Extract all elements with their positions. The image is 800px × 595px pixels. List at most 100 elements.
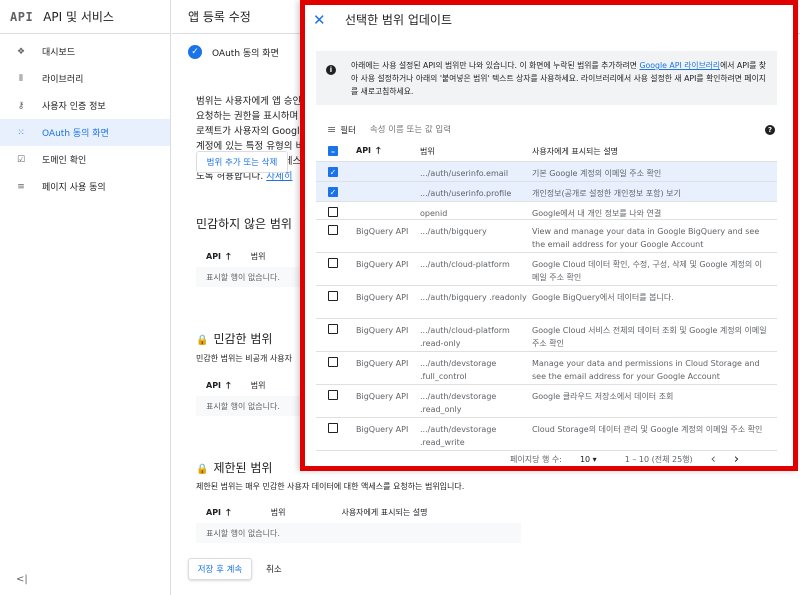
cell-api (356, 162, 420, 181)
sidebar-item[interactable]: ⚷ 사용자 인증 정보 (0, 92, 170, 119)
table-row[interactable]: ✓ .../auth/userinfo.profile 개인정보(공개로 설정한 개… (316, 182, 777, 202)
nonsensitive-scopes-title: 민감하지 않은 범위 (196, 217, 292, 231)
row-checkbox[interactable] (328, 357, 338, 367)
column-header-api[interactable]: API 🡑 (356, 144, 420, 158)
cell-scope: .../auth/bigquery (420, 227, 487, 236)
table-body: ✓ .../auth/userinfo.email 기본 Google 계정의 이메… (316, 162, 777, 451)
cell-description: 개인정보(공개로 설정한 개인정보 포함) 보기 (532, 189, 681, 198)
sidebar-item-label: 라이브러리 (42, 75, 84, 85)
sensitive-scopes-title: 🔒 민감한 범위 (196, 332, 273, 346)
sidebar-item[interactable]: ⦀ 라이브러리 (0, 65, 170, 92)
cell-scope: .../auth/cloud-platform (420, 260, 510, 269)
cell-api (356, 202, 420, 219)
sensitive-table-header: API 🡑 범위 (196, 375, 300, 397)
restricted-table-header: API 🡑 범위 사용자에게 표시되는 설명 (196, 502, 521, 524)
consent-screen-icon: ⁙ (17, 127, 25, 138)
sidebar-item[interactable]: ≡ 페이지 사용 동의 (0, 173, 170, 200)
cell-scope: .../auth/devstorage .read_only (420, 392, 497, 414)
cell-api: BigQuery API (356, 326, 409, 335)
table-row[interactable]: BigQuery API .../auth/cloud-platform Googl… (316, 253, 777, 286)
sort-arrow-icon[interactable]: 🡑 (226, 249, 231, 265)
cell-scope: .../auth/userinfo.email (420, 169, 509, 178)
column-header-scope: 범위 (420, 146, 435, 156)
cell-description: Google에서 내 개인 정보를 나와 연결 (532, 209, 662, 218)
cancel-button[interactable]: 취소 (266, 563, 282, 575)
row-checkbox[interactable] (328, 291, 338, 301)
filter-icon[interactable]: ≡ (327, 123, 336, 136)
sidebar-item[interactable]: ☑ 도메인 확인 (0, 146, 170, 173)
library-icon: ⦀ (19, 73, 23, 84)
cell-api: BigQuery API (356, 260, 409, 269)
panel-title: 선택한 범위 업데이트 (345, 13, 452, 27)
cell-api: BigQuery API (356, 392, 409, 401)
filter-bar: ≡ 필터 ? (327, 123, 775, 136)
cell-description: Google Cloud 서비스 전체의 데이터 조회 및 Google 계정의… (532, 326, 767, 348)
table-row[interactable]: openid Google에서 내 개인 정보를 나와 연결 (316, 202, 777, 220)
cell-scope: .../auth/devstorage .read_write (420, 425, 497, 447)
cell-api: BigQuery API (356, 293, 409, 302)
cell-api: BigQuery API (356, 227, 409, 236)
page-range: 1 – 10 (전체 25행) (624, 455, 693, 464)
sensitive-scopes-desc: 민감한 범위는 비공개 사용자 (196, 354, 292, 363)
cell-description: View and manage your data in Google BigQ… (532, 227, 760, 249)
add-remove-scopes-button[interactable]: 범위 추가 또는 삭제 (196, 151, 288, 173)
select-all-checkbox[interactable]: – (328, 146, 338, 156)
google-api-library-link[interactable]: Google API 라이브러리 (639, 61, 720, 70)
row-checkbox[interactable]: ✓ (328, 167, 338, 177)
table-row[interactable]: BigQuery API .../auth/cloud-platform .rea… (316, 319, 777, 352)
row-checkbox[interactable] (328, 390, 338, 400)
sort-arrow-icon[interactable]: 🡑 (226, 378, 231, 394)
filter-input[interactable] (369, 124, 570, 135)
restricted-scopes-desc: 제한된 범위는 매우 민감한 사용자 데이터에 대한 액세스를 요청하는 범위입… (196, 482, 465, 491)
sidebar-item-label: OAuth 동의 화면 (42, 129, 109, 139)
cell-api: BigQuery API (356, 359, 409, 368)
info-icon: i (326, 65, 336, 75)
sidebar-item[interactable]: ❖ 대시보드 (0, 38, 170, 65)
rows-per-page-select[interactable]: 10 ▾ (580, 455, 597, 464)
dashboard-icon: ❖ (16, 46, 26, 57)
row-checkbox[interactable] (328, 423, 338, 433)
row-checkbox[interactable] (328, 258, 338, 268)
cell-description: Google BigQuery에서 데이터를 봅니다. (532, 293, 674, 302)
cell-api: BigQuery API (356, 425, 409, 434)
table-row[interactable]: BigQuery API .../auth/devstorage .full_co… (316, 352, 777, 385)
cell-scope: .../auth/bigquery .readonly (420, 293, 527, 302)
panel-header: ✕ 선택한 범위 업데이트 (305, 5, 793, 34)
table-row[interactable]: BigQuery API .../auth/devstorage .read_wr… (316, 418, 777, 451)
sidebar-item-label: 도메인 확인 (42, 156, 87, 166)
help-icon[interactable]: ? (765, 124, 775, 135)
restricted-scopes-title: 🔒 제한된 범위 (196, 461, 273, 475)
sidebar: API API 및 서비스 ❖ 대시보드 ⦀ 라이브러리 ⚷ 사용자 인증 정보 ⁙ OAut… (0, 0, 171, 595)
cell-description: Cloud Storage의 데이터 관리 및 Google 계정의 이메일 주… (532, 425, 763, 434)
rows-per-page-label: 페이지당 행 수: (510, 455, 562, 464)
table-header: – API 🡑 범위 사용자에게 표시되는 설명 (316, 141, 777, 162)
page-usage-icon: ≡ (17, 181, 25, 192)
step-label[interactable]: OAuth 동의 화면 (212, 46, 279, 59)
save-and-continue-button[interactable]: 저장 후 계속 (188, 558, 252, 580)
table-row[interactable]: BigQuery API .../auth/bigquery .readonly G… (316, 286, 777, 319)
lock-icon: 🔒 (196, 464, 209, 475)
table-row[interactable]: ✓ .../auth/userinfo.email 기본 Google 계정의 이메… (316, 162, 777, 182)
table-row[interactable]: BigQuery API .../auth/devstorage .read_on… (316, 385, 777, 418)
table-row[interactable]: BigQuery API .../auth/bigquery View and ma… (316, 220, 777, 253)
sidebar-nav: ❖ 대시보드 ⦀ 라이브러리 ⚷ 사용자 인증 정보 ⁙ OAuth 동의 화면 ☑ 도메인 확인… (0, 38, 170, 200)
nonsensitive-table-header: API 🡑 범위 (196, 246, 296, 268)
next-page-icon[interactable]: › (734, 452, 739, 466)
cell-api (356, 182, 420, 201)
close-icon[interactable]: ✕ (313, 11, 329, 29)
sidebar-item-label: 대시보드 (42, 48, 76, 58)
row-checkbox[interactable] (328, 225, 338, 235)
cell-scope: openid (420, 209, 448, 218)
cell-scope: .../auth/cloud-platform .read-only (420, 326, 510, 348)
prev-page-icon[interactable]: ‹ (711, 452, 716, 466)
update-scopes-panel: ✕ 선택한 범위 업데이트 i 아래에는 사용 설정된 API의 범위만 나와 … (300, 0, 798, 471)
collapse-sidebar-icon[interactable]: <| (16, 574, 28, 585)
sidebar-item[interactable]: ⁙ OAuth 동의 화면 (0, 119, 170, 146)
sort-arrow-icon: 🡑 (376, 146, 381, 156)
sort-arrow-icon[interactable]: 🡑 (226, 505, 231, 521)
row-checkbox[interactable] (328, 207, 338, 217)
column-header-description: 사용자에게 표시되는 설명 (532, 146, 619, 156)
sensitive-empty-row: 표시할 행이 없습니다. (196, 396, 300, 416)
row-checkbox[interactable] (328, 324, 338, 334)
row-checkbox[interactable]: ✓ (328, 187, 338, 197)
